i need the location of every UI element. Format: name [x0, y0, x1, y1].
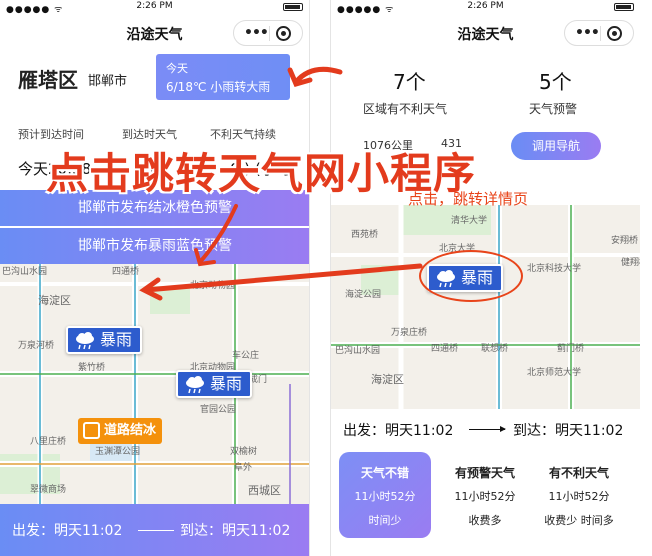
- status-time: 2:26 PM: [136, 1, 173, 11]
- highlight-ring: [419, 250, 523, 302]
- option-duration: 11小时52分: [354, 490, 416, 503]
- route-option-good-weather[interactable]: 天气不错 11小时52分 时间少: [339, 452, 431, 538]
- route-option-warning-weather[interactable]: 有预警天气 11小时52分 收费多: [439, 452, 531, 538]
- close-miniprogram-icon[interactable]: [276, 26, 291, 41]
- battery-icon: [283, 3, 303, 11]
- map-label: 四通桥: [112, 267, 140, 277]
- route-map[interactable]: 四通桥 北京动物园 巴沟山水园 海淀区 万泉河桥 紫竹桥 车公庄 北京动物园 阜…: [0, 264, 309, 504]
- option-desc: 时间少: [368, 514, 402, 527]
- more-icon[interactable]: •••: [575, 25, 600, 41]
- road-ice-icon: [83, 422, 100, 439]
- map-label: 海淀区: [371, 373, 404, 386]
- map-label: 万泉庄桥: [391, 328, 428, 338]
- miniprogram-capsule: •••: [564, 20, 634, 46]
- map-label: 双榆树: [230, 447, 258, 457]
- nav-bar: 沿途天气 •••: [331, 14, 640, 52]
- open-navigation-button[interactable]: 调用导航: [511, 132, 601, 160]
- today-weather-card[interactable]: 今天 6/18℃ 小雨转大雨: [156, 54, 290, 100]
- map-label: 紫竹桥: [78, 363, 106, 373]
- route-option-bad-weather[interactable]: 有不利天气 11小时52分 收费少 时间多: [533, 452, 625, 538]
- option-desc: 收费少 时间多: [544, 514, 614, 527]
- map-label: 车公庄: [232, 351, 260, 361]
- trip-time-bar: 出发：明天11:02 到达：明天11:02: [0, 504, 309, 556]
- status-bar: ●●●●● ᯤ 2:26 PM: [331, 0, 640, 15]
- warning-label: 天气预警: [529, 102, 578, 116]
- map-label: 万泉河桥: [18, 341, 55, 351]
- status-time: 2:26 PM: [467, 1, 504, 11]
- map-label: 海淀公园: [345, 290, 382, 300]
- option-name: 有预警天气: [454, 466, 515, 480]
- road-ice-marker[interactable]: 道路结冰: [78, 418, 163, 444]
- rain-cloud-icon: [186, 376, 204, 394]
- map-label: 海淀区: [38, 294, 71, 307]
- map-label: 联想桥: [481, 344, 509, 354]
- map-label: 巴沟山水园: [2, 267, 48, 277]
- left-phone-screen: ●●●●● ᯤ 2:26 PM 沿途天气 ••• 雁塔区 邯郸市 今天 6/18…: [0, 0, 310, 556]
- map-label: 安翔桥: [611, 236, 639, 246]
- rainstorm-marker[interactable]: 暴雨: [66, 326, 143, 354]
- city-name: 邯郸市: [88, 74, 128, 89]
- bad-weather-region-count: 7个: [393, 70, 426, 94]
- more-icon[interactable]: •••: [244, 25, 269, 41]
- depart-time: 出发：明天11:02: [12, 523, 123, 539]
- road-ice-label: 道路结冰: [104, 423, 157, 438]
- today-label: 今天: [166, 62, 188, 75]
- option-name: 天气不错: [360, 466, 409, 480]
- rainstorm-marker[interactable]: 暴雨: [176, 370, 253, 398]
- option-duration: 11小时52分: [548, 490, 610, 503]
- map-label: 八里庄桥: [30, 437, 67, 447]
- option-desc: 收费多: [468, 514, 502, 527]
- status-bar: ●●●●● ᯤ 2:26 PM: [0, 0, 309, 15]
- capsule-divider: [600, 26, 601, 41]
- map-label: 翠微商场: [30, 485, 67, 495]
- map-label: 巴沟山水园: [335, 346, 381, 356]
- map-label: 北京动物园: [190, 281, 236, 291]
- rainstorm-label: 暴雨: [210, 374, 243, 393]
- warning-count: 5个: [539, 70, 572, 94]
- arrive-time: 到达：明天11:02: [180, 523, 291, 539]
- map-label: 北京师范大学: [527, 368, 582, 378]
- district-name: 雁塔区: [18, 68, 78, 92]
- depart-time: 出发：明天11:02: [343, 423, 454, 439]
- battery-icon: [614, 3, 634, 11]
- map-label: 蓟门桥: [557, 344, 585, 354]
- map-label: 四通桥: [431, 344, 459, 354]
- map-label: 清华大学: [451, 216, 488, 226]
- alert-rainstorm-blue[interactable]: 邯郸市发布暴雨蓝色预警: [0, 228, 309, 264]
- rain-cloud-icon: [76, 332, 94, 350]
- annotation-note: 点击，跳转详情页: [408, 190, 529, 208]
- rainstorm-label: 暴雨: [100, 330, 133, 349]
- bad-weather-region-label: 区域有不利天气: [363, 102, 448, 116]
- map-label: 西城区: [248, 484, 281, 497]
- nav-bar: 沿途天气 •••: [0, 14, 309, 52]
- today-weather: 6/18℃ 小雨转大雨: [166, 80, 271, 94]
- close-miniprogram-icon[interactable]: [607, 26, 622, 41]
- right-phone-screen: ●●●●● ᯤ 2:26 PM 沿途天气 ••• 7个 区域有不利天气 5个 天…: [330, 0, 640, 556]
- arrive-time: 到达：明天11:02: [513, 423, 624, 439]
- arrow-icon: [469, 426, 506, 432]
- capsule-divider: [269, 26, 270, 41]
- route-map[interactable]: 清华大学 西苑桥 北京大学 北京科技大学 海淀公园 万泉庄桥 巴沟山水园 四通桥…: [331, 205, 640, 409]
- miniprogram-capsule: •••: [233, 20, 303, 46]
- map-label: 玉渊潭公园: [95, 447, 141, 457]
- option-duration: 11小时52分: [454, 490, 516, 503]
- map-label: 官园公园: [200, 405, 237, 415]
- option-name: 有不利天气: [548, 466, 609, 480]
- map-label: 健翔桥: [621, 258, 640, 268]
- map-label: 北京科技大学: [527, 264, 582, 274]
- map-label: 西苑桥: [351, 230, 379, 240]
- arrow-icon: [138, 530, 174, 531]
- map-label: 阜外: [234, 463, 253, 473]
